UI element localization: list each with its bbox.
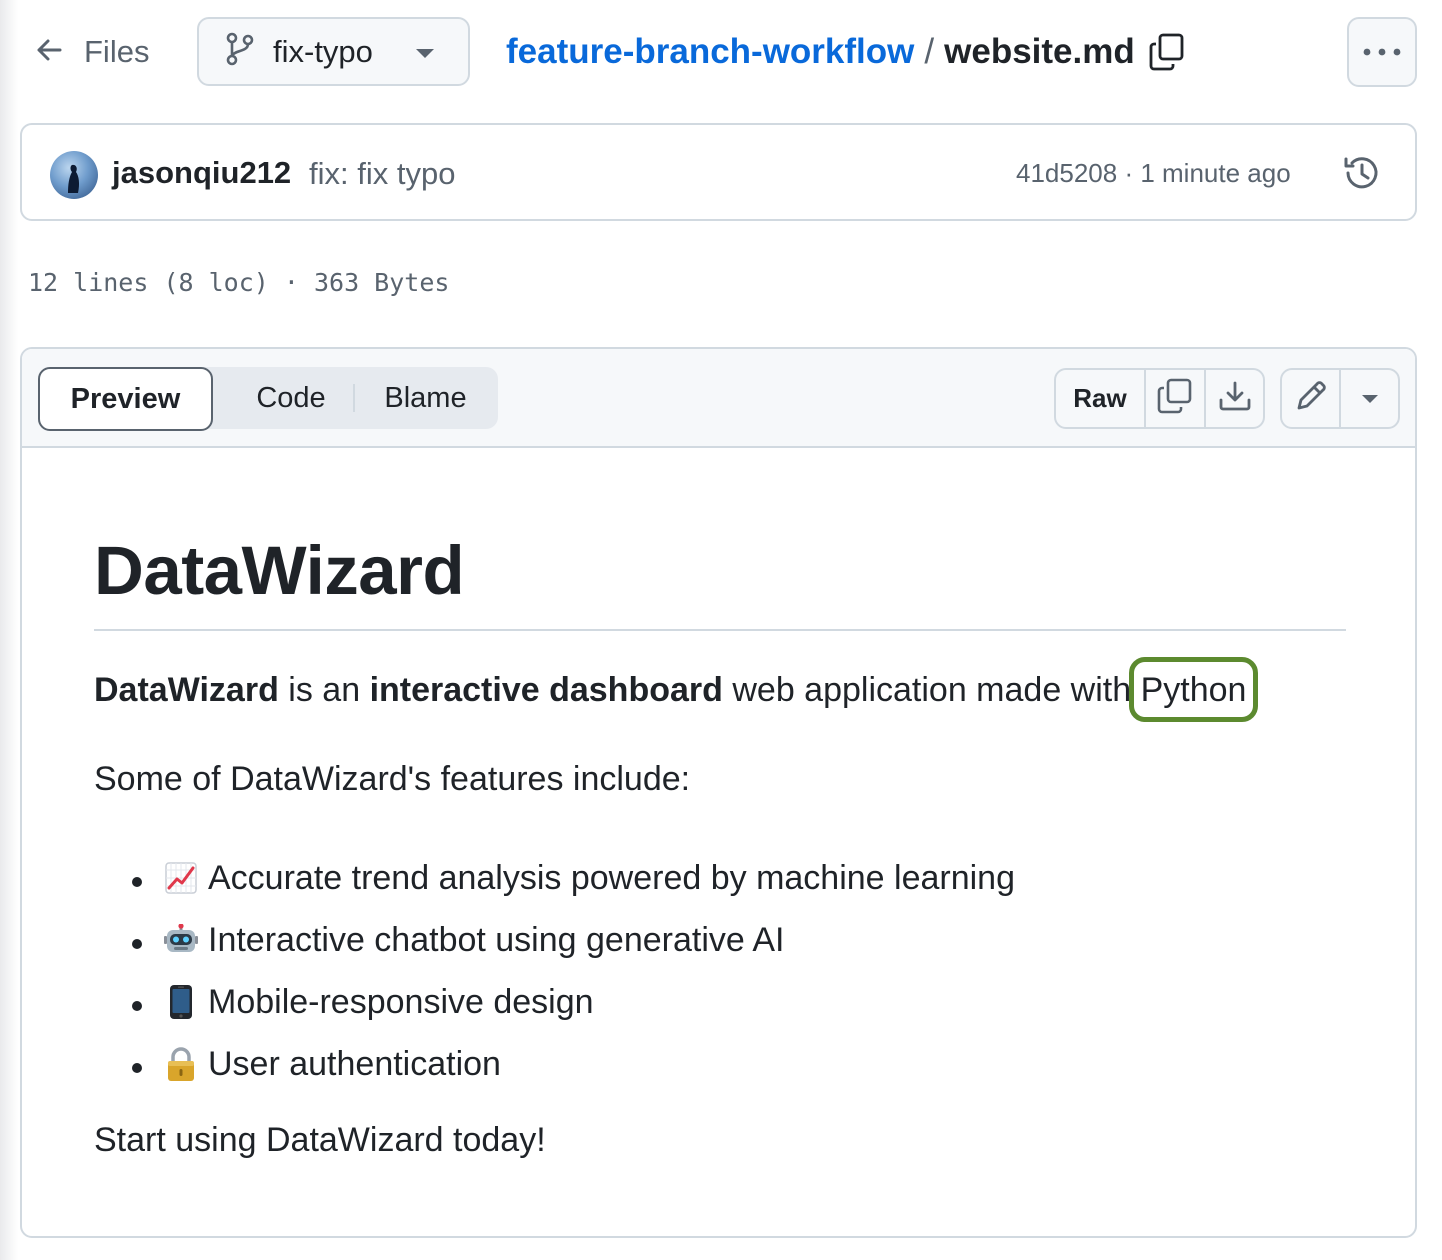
branch-name: fix-typo	[273, 33, 373, 69]
breadcrumb-separator: /	[924, 32, 935, 71]
outro-paragraph: Start using DataWizard today!	[94, 1121, 546, 1159]
back-to-files-link[interactable]: Files	[36, 28, 149, 76]
bullet	[132, 1001, 142, 1011]
triangle-down-icon	[1361, 394, 1378, 403]
markdown-heading: DataWizard	[94, 532, 465, 609]
copy-raw-button[interactable]	[1146, 370, 1206, 427]
commit-meta[interactable]: 41d5208 · 1 minute ago	[1016, 158, 1291, 189]
edit-file-button[interactable]	[1282, 370, 1341, 427]
edit-options-dropdown[interactable]	[1341, 370, 1398, 427]
kebab-horizontal-icon	[1363, 43, 1401, 61]
download-button[interactable]	[1206, 370, 1263, 427]
heading-rule	[94, 629, 1346, 631]
file-toolbar: Code Blame Preview Raw	[22, 349, 1415, 448]
latest-commit-box: jasonqiu212 fix: fix typo 41d5208 · 1 mi…	[20, 123, 1417, 221]
pencil-icon	[1294, 379, 1328, 418]
file-header: Files fix-typo feature-branch-workflow /…	[0, 0, 1442, 104]
mobile-phone-icon	[164, 985, 198, 1019]
intro-paragraph: DataWizard is an interactive dashboard w…	[94, 657, 1259, 722]
breadcrumb: feature-branch-workflow / website.md	[506, 26, 1185, 78]
branch-selector-button[interactable]: fix-typo	[197, 17, 470, 86]
list-item: Accurate trend analysis powered by machi…	[132, 847, 1016, 909]
history-icon[interactable]	[1342, 153, 1382, 198]
back-label: Files	[84, 34, 150, 69]
tab-divider	[353, 384, 355, 412]
file-info: 12 lines (8 loc) · 363 Bytes	[28, 268, 450, 297]
copy-path-icon[interactable]	[1149, 33, 1185, 71]
arrow-left-icon	[36, 39, 62, 66]
commit-message[interactable]: fix: fix typo	[309, 156, 455, 192]
raw-button[interactable]: Raw	[1056, 370, 1146, 427]
intro-bold-name: DataWizard	[94, 671, 279, 709]
feature-text: User authentication	[208, 1044, 501, 1083]
view-mode-tabs: Code Blame Preview	[38, 367, 498, 431]
file-viewer: Code Blame Preview Raw DataWizard DataWi…	[20, 347, 1417, 1238]
intro-text-1: is an	[278, 671, 370, 709]
list-item: Mobile-responsive design	[132, 971, 1015, 1033]
commit-author[interactable]: jasonqiu212	[112, 155, 291, 191]
tab-blame[interactable]: Blame	[363, 367, 488, 429]
breadcrumb-file-name: website.md	[944, 32, 1135, 71]
edit-button-group	[1280, 368, 1400, 429]
list-item: Interactive chatbot using generative AI	[132, 909, 1015, 971]
copy-icon	[1157, 378, 1193, 419]
intro-text-2: web application made with	[722, 671, 1141, 709]
bullet	[132, 1063, 142, 1073]
breadcrumb-repo-link[interactable]: feature-branch-workflow	[506, 32, 914, 72]
raw-copy-download-group: Raw	[1054, 368, 1265, 429]
python-highlight: Python	[1128, 657, 1259, 722]
tab-code[interactable]: Code	[226, 367, 356, 429]
features-intro: Some of DataWizard's features include:	[94, 760, 691, 798]
feature-text: Accurate trend analysis powered by machi…	[208, 858, 1016, 897]
intro-bold-phrase: interactive dashboard	[369, 671, 723, 709]
window-edge-shadow	[0, 0, 18, 1260]
bullet	[132, 939, 142, 949]
feature-text: Interactive chatbot using generative AI	[208, 920, 785, 959]
robot-icon	[164, 923, 198, 957]
list-item: User authentication	[132, 1033, 1015, 1095]
feature-text: Mobile-responsive design	[208, 982, 594, 1021]
highlight-ring	[1128, 657, 1259, 722]
raw-label: Raw	[1073, 383, 1127, 413]
lock-icon	[164, 1047, 198, 1081]
download-icon	[1218, 380, 1252, 417]
git-branch-icon	[225, 32, 255, 71]
avatar[interactable]	[50, 151, 98, 199]
more-options-button[interactable]	[1347, 17, 1417, 87]
tab-preview[interactable]: Preview	[38, 367, 213, 431]
features-list: Accurate trend analysis powered by machi…	[132, 847, 1016, 1095]
bullet	[132, 877, 142, 887]
chevron-down-icon	[416, 49, 434, 58]
chart-increasing-icon	[164, 861, 198, 895]
